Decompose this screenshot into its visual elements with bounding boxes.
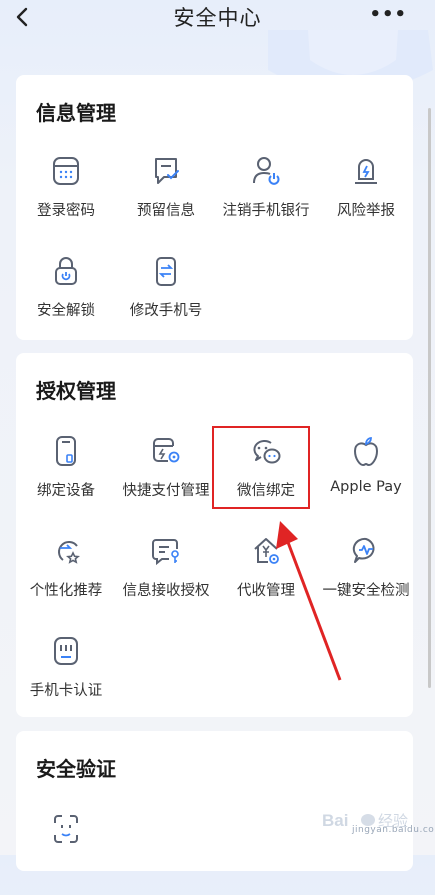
item-info-receive-auth[interactable]: 信息接收授权 — [116, 535, 216, 617]
keypad-icon — [53, 157, 79, 185]
lock-power-icon — [55, 257, 77, 285]
message-key-icon — [152, 539, 179, 566]
item-sim-card-auth[interactable]: 手机卡认证 — [16, 635, 116, 717]
scrollbar[interactable] — [428, 108, 431, 688]
item-login-password[interactable]: 登录密码 — [16, 155, 116, 237]
highlight-box — [212, 426, 310, 509]
section-title: 授权管理 — [36, 379, 116, 403]
sim-card-icon — [54, 637, 78, 665]
item-reserved-info[interactable]: 预留信息 — [116, 155, 216, 237]
card-security-verification: 安全验证 — [16, 731, 413, 871]
apple-icon — [353, 437, 379, 467]
item-risk-report[interactable]: 风险举报 — [316, 155, 416, 237]
item-label: 风险举报 — [337, 203, 395, 219]
alarm-siren-icon — [355, 159, 377, 184]
item-bound-devices[interactable]: 绑定设备 — [16, 435, 116, 517]
message-check-icon — [155, 158, 179, 184]
face-id-icon — [54, 815, 78, 843]
device-icon — [56, 436, 76, 466]
watermark-text: jingyan.baidu.com — [352, 825, 435, 835]
card-info-management: 信息管理 登录密码 预留信息 注销手机银行 风险举报 安全解锁 修改手机号 — [16, 75, 413, 340]
recommend-star-icon — [58, 541, 80, 564]
section-title: 安全验证 — [36, 757, 116, 781]
item-security-unlock[interactable]: 安全解锁 — [16, 255, 116, 337]
item-personalized-recommendation[interactable]: 个性化推荐 — [16, 535, 116, 617]
card-lightning-icon — [153, 438, 180, 463]
user-power-icon — [253, 157, 280, 185]
more-menu-button[interactable]: ••• — [369, 4, 407, 25]
item-label: 手机卡认证 — [29, 683, 103, 699]
annotation-arrow — [276, 521, 342, 681]
item-cancel-mobile-banking[interactable]: 注销手机银行 — [216, 155, 316, 237]
item-label: 修改手机号 — [129, 303, 203, 319]
item-quick-pay[interactable]: 快捷支付管理 — [116, 435, 216, 517]
chat-pulse-icon — [352, 537, 375, 563]
item-apple-pay[interactable]: Apple Pay — [316, 435, 416, 517]
item-face-recognition[interactable] — [16, 813, 116, 895]
phone-swap-icon — [156, 257, 176, 286]
svg-text:Bai: Bai — [322, 811, 348, 830]
item-label: Apple Pay — [330, 479, 402, 495]
card-authorization-management: 授权管理 绑定设备 快捷支付管理 微信绑定 Apple Pay 个性化推荐 信息… — [16, 353, 413, 717]
section-title: 信息管理 — [36, 101, 116, 125]
item-change-phone[interactable]: 修改手机号 — [116, 255, 216, 337]
